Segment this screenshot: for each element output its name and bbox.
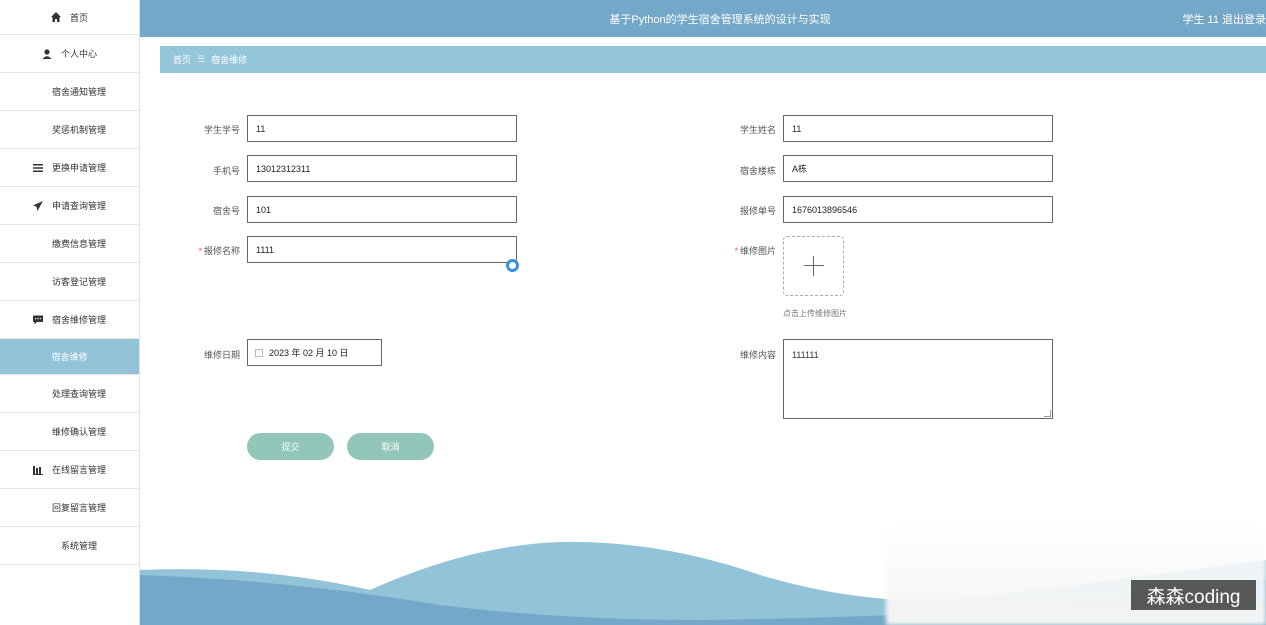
- order-no-label: 报修单号: [739, 206, 776, 216]
- repair-content-textarea[interactable]: 111111: [783, 339, 1053, 419]
- sidebar-item-change-apply[interactable]: 更换申请管理: [0, 149, 139, 187]
- sidebar-item-home[interactable]: 首页: [0, 0, 139, 35]
- plus-icon: [803, 256, 824, 276]
- sidebar-item-label: 维修确认管理: [51, 427, 106, 437]
- sidebar-item-reward[interactable]: 奖惩机制管理: [0, 111, 139, 149]
- sidebar-item-label: 回复留言管理: [51, 503, 106, 513]
- breadcrumb-current: 宿舍维修: [211, 55, 248, 65]
- sidebar-item-label: 宿舍维修管理: [51, 315, 106, 325]
- menu-lines-icon: [32, 163, 43, 173]
- student-name-label: 学生姓名: [739, 125, 776, 135]
- sidebar-item-label: 首页: [69, 12, 88, 23]
- sidebar-item-label: 申请查询管理: [51, 201, 106, 211]
- watermark: 森森coding: [1131, 580, 1256, 610]
- sidebar-item-label: 更换申请管理: [51, 163, 106, 173]
- home-icon: [50, 12, 61, 22]
- user-logout[interactable]: 学生 11 退出登录: [1182, 11, 1266, 27]
- breadcrumb-separator-icon: ☰: [197, 54, 206, 64]
- student-id-input[interactable]: 11: [247, 115, 517, 142]
- cancel-button[interactable]: 取消: [347, 433, 434, 460]
- sidebar-item-repair-confirm[interactable]: 维修确认管理: [0, 413, 139, 451]
- repair-date-input[interactable]: 2023 年 02 月 10 日: [247, 339, 382, 366]
- bar-chart-icon: [32, 465, 43, 475]
- required-mark: *: [198, 246, 202, 256]
- building-input[interactable]: A栋: [783, 155, 1053, 182]
- breadcrumb-home[interactable]: 首页: [173, 53, 191, 66]
- student-name-input[interactable]: 11: [783, 115, 1053, 142]
- sidebar-item-label: 处理查询管理: [51, 389, 106, 399]
- grid-icon: [42, 541, 52, 551]
- order-no-input[interactable]: 1676013896546: [783, 196, 1053, 223]
- sidebar-item-label: 奖惩机制管理: [51, 125, 106, 135]
- repair-name-input[interactable]: 1111: [247, 236, 517, 263]
- sidebar-item-visitor[interactable]: 访客登记管理: [0, 263, 139, 301]
- submit-button[interactable]: 提交: [247, 433, 334, 460]
- sidebar-item-label: 访客登记管理: [51, 277, 106, 287]
- grid-icon: [33, 125, 43, 135]
- sidebar-item-system[interactable]: 系统管理: [0, 527, 139, 565]
- app-title: 基于Python的学生宿舍管理系统的设计与实现: [609, 14, 831, 26]
- resize-handle-icon[interactable]: [1044, 410, 1051, 417]
- sidebar-item-payment[interactable]: 缴费信息管理: [0, 225, 139, 263]
- sidebar-item-label: 宿舍维修: [51, 352, 88, 362]
- grid-icon: [33, 427, 43, 437]
- top-bar: 基于Python的学生宿舍管理系统的设计与实现 学生 11 退出登录: [140, 0, 1266, 37]
- breadcrumb: 首页 ☰ 宿舍维修: [160, 46, 1266, 73]
- student-id-label: 学生学号: [203, 125, 240, 135]
- send-icon: [32, 200, 43, 211]
- repair-content-value: 111111: [792, 350, 819, 360]
- grid-icon: [33, 239, 43, 249]
- sidebar-item-repair-manage[interactable]: 宿舍维修管理: [0, 301, 139, 339]
- repair-image-label: * 维修图片: [734, 246, 776, 256]
- grid-icon: [33, 503, 43, 513]
- building-label: 宿舍楼栋: [739, 166, 776, 176]
- sidebar-item-reply[interactable]: 回复留言管理: [0, 489, 139, 527]
- cloud-decoration: [886, 525, 1266, 625]
- phone-input[interactable]: 13012312311: [247, 155, 517, 182]
- grid-icon: [33, 87, 43, 97]
- sidebar-item-dorm-notice[interactable]: 宿舍通知管理: [0, 73, 139, 111]
- sidebar-item-messages[interactable]: 在线留言管理: [0, 451, 139, 489]
- image-upload[interactable]: [783, 236, 844, 296]
- required-mark: *: [734, 246, 738, 256]
- sidebar-item-label: 缴费信息管理: [51, 239, 106, 249]
- sidebar-item-label: 个人中心: [60, 49, 97, 59]
- repair-name-label: * 报修名称: [198, 246, 240, 256]
- phone-label: 手机号: [212, 166, 240, 176]
- sidebar-item-apply-query[interactable]: 申请查询管理: [0, 187, 139, 225]
- sidebar-item-label: 在线留言管理: [51, 465, 106, 475]
- sidebar-item-process-query[interactable]: 处理查询管理: [0, 375, 139, 413]
- repair-content-label: 维修内容: [739, 350, 776, 360]
- calendar-icon: [255, 348, 263, 357]
- sidebar-item-repair[interactable]: 宿舍维修: [0, 339, 139, 375]
- user-icon: [42, 48, 52, 59]
- sidebar-item-profile[interactable]: 个人中心: [0, 35, 139, 73]
- room-label: 宿舍号: [212, 206, 240, 216]
- repair-date-label: 维修日期: [203, 350, 240, 360]
- sidebar-item-label: 宿舍通知管理: [51, 87, 106, 97]
- grid-icon: [33, 389, 43, 399]
- sidebar-item-label: 系统管理: [60, 541, 97, 551]
- comment-icon: [32, 315, 43, 325]
- grid-icon: [33, 277, 43, 287]
- room-input[interactable]: 101: [247, 196, 517, 223]
- upload-hint: 点击上传维修图片: [783, 309, 847, 318]
- sidebar: 首页 个人中心 宿舍通知管理 奖惩机制管理 更换申请管理 申请查询管理 缴费信息…: [0, 0, 140, 625]
- cursor-indicator: [506, 259, 519, 272]
